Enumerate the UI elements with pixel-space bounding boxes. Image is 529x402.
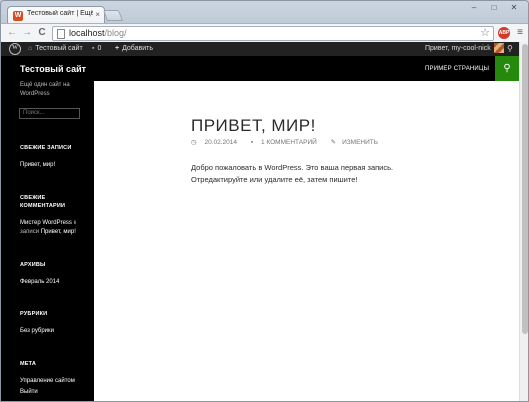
- site-header: Тестовый сайт ПРИМЕР СТРАНИЦЫ ⚲: [1, 56, 519, 81]
- back-arrow-icon[interactable]: ←: [6, 27, 18, 39]
- plus-icon: +: [115, 45, 120, 52]
- scrollbar-thumb[interactable]: [522, 44, 528, 334]
- nav-item-sample-page[interactable]: ПРИМЕР СТРАНИЦЫ: [425, 66, 489, 72]
- reload-icon[interactable]: C: [36, 27, 48, 39]
- tab-title: Тестовый сайт | Ещё одни: [27, 10, 93, 17]
- admin-bar-search-icon[interactable]: ⚲: [507, 42, 513, 56]
- post-meta: ◷ 20.02.2014 ▪ 1 КОММЕНТАРИЙ ✎ ИЗМЕНИТЬ: [191, 138, 390, 146]
- recent-post-link[interactable]: Привет, мир!: [20, 161, 88, 170]
- meta-admin-link[interactable]: Управление сайтом: [20, 377, 88, 386]
- post-date[interactable]: ◷ 20.02.2014: [191, 139, 243, 146]
- post-title[interactable]: ПРИВЕТ, МИР!: [191, 116, 316, 136]
- bookmark-star-icon[interactable]: ☆: [480, 27, 490, 40]
- pencil-icon: ✎: [330, 139, 337, 146]
- page-icon: [57, 29, 65, 39]
- site-title[interactable]: Тестовый сайт: [20, 64, 86, 74]
- archives-heading: АРХИВЫ: [20, 262, 46, 268]
- avatar: [493, 43, 504, 54]
- comment-icon: ▪: [250, 139, 254, 146]
- archive-link[interactable]: Февраль 2014: [20, 278, 88, 287]
- header-search-icon[interactable]: ⚲: [495, 56, 519, 81]
- wordpress-logo-icon[interactable]: W: [9, 43, 21, 55]
- clock-icon: ◷: [191, 139, 197, 146]
- vertical-scrollbar[interactable]: [519, 42, 528, 401]
- recent-comments-heading: СВЕЖИЕ КОММЕНТАРИИ: [20, 195, 66, 209]
- admin-bar-comments[interactable]: ▪ 0: [92, 42, 101, 56]
- meta-heading: МЕТА: [20, 361, 37, 367]
- post-comments-link[interactable]: ▪ 1 КОММЕНТАРИЙ: [251, 139, 323, 146]
- wordpress-favicon-icon: W: [13, 11, 23, 21]
- post-content: Добро пожаловать в WordPress. Это ваша п…: [191, 163, 394, 184]
- browser-toolbar: ← → C localhost/blog/ ☆ ABP ≡: [1, 23, 528, 42]
- browser-window: W Тестовый сайт | Ещё одни × – □ ✕ ← → C…: [0, 0, 529, 402]
- forward-arrow-icon[interactable]: →: [21, 27, 33, 39]
- meta-logout-link[interactable]: Выйти: [20, 388, 88, 397]
- comment-bubble-icon: ▪: [92, 45, 95, 52]
- admin-bar-site[interactable]: ⌂ Тестовый сайт: [28, 42, 83, 56]
- browser-menu-icon[interactable]: ≡: [515, 27, 525, 38]
- comment-author-link[interactable]: Мистер WordPress: [20, 220, 72, 226]
- sidebar: Ещё один сайт на WordPress Поиск... СВЕЖ…: [1, 81, 94, 401]
- home-icon: ⌂: [28, 45, 33, 52]
- close-tab-icon[interactable]: ×: [95, 10, 100, 20]
- close-window-icon[interactable]: ✕: [504, 1, 524, 16]
- maximize-icon[interactable]: □: [484, 1, 504, 16]
- wp-admin-bar: W ⌂ Тестовый сайт ▪ 0 + Добавить Привет, my…: [1, 42, 519, 56]
- site-description: Ещё один сайт на WordPress: [20, 82, 70, 97]
- adblock-extension-icon[interactable]: ABP: [498, 27, 510, 39]
- comment-post-link[interactable]: Привет, мир!: [41, 229, 76, 235]
- admin-bar-add-new[interactable]: + Добавить: [115, 42, 153, 56]
- recent-comment-item: Мистер WordPress к записи Привет, мир!: [20, 220, 77, 235]
- category-link[interactable]: Без рубрики: [20, 327, 88, 336]
- sidebar-search-input[interactable]: Поиск...: [19, 108, 80, 119]
- minimize-icon[interactable]: –: [464, 1, 484, 16]
- recent-posts-heading: СВЕЖИЕ ЗАПИСИ: [20, 145, 72, 151]
- categories-heading: РУБРИКИ: [20, 311, 48, 317]
- page-viewport: W ⌂ Тестовый сайт ▪ 0 + Добавить Привет, my…: [1, 42, 519, 401]
- new-tab-button[interactable]: [102, 10, 124, 21]
- admin-bar-account[interactable]: Привет, my-cool-nick: [425, 42, 504, 56]
- window-controls: – □ ✕: [464, 1, 524, 18]
- address-bar[interactable]: localhost/blog/ ☆: [52, 26, 494, 41]
- url-text: localhost/blog/: [69, 28, 127, 38]
- tab-strip: W Тестовый сайт | Ещё одни × – □ ✕: [1, 1, 528, 25]
- post-edit-link[interactable]: ✎ ИЗМЕНИТЬ: [331, 139, 384, 146]
